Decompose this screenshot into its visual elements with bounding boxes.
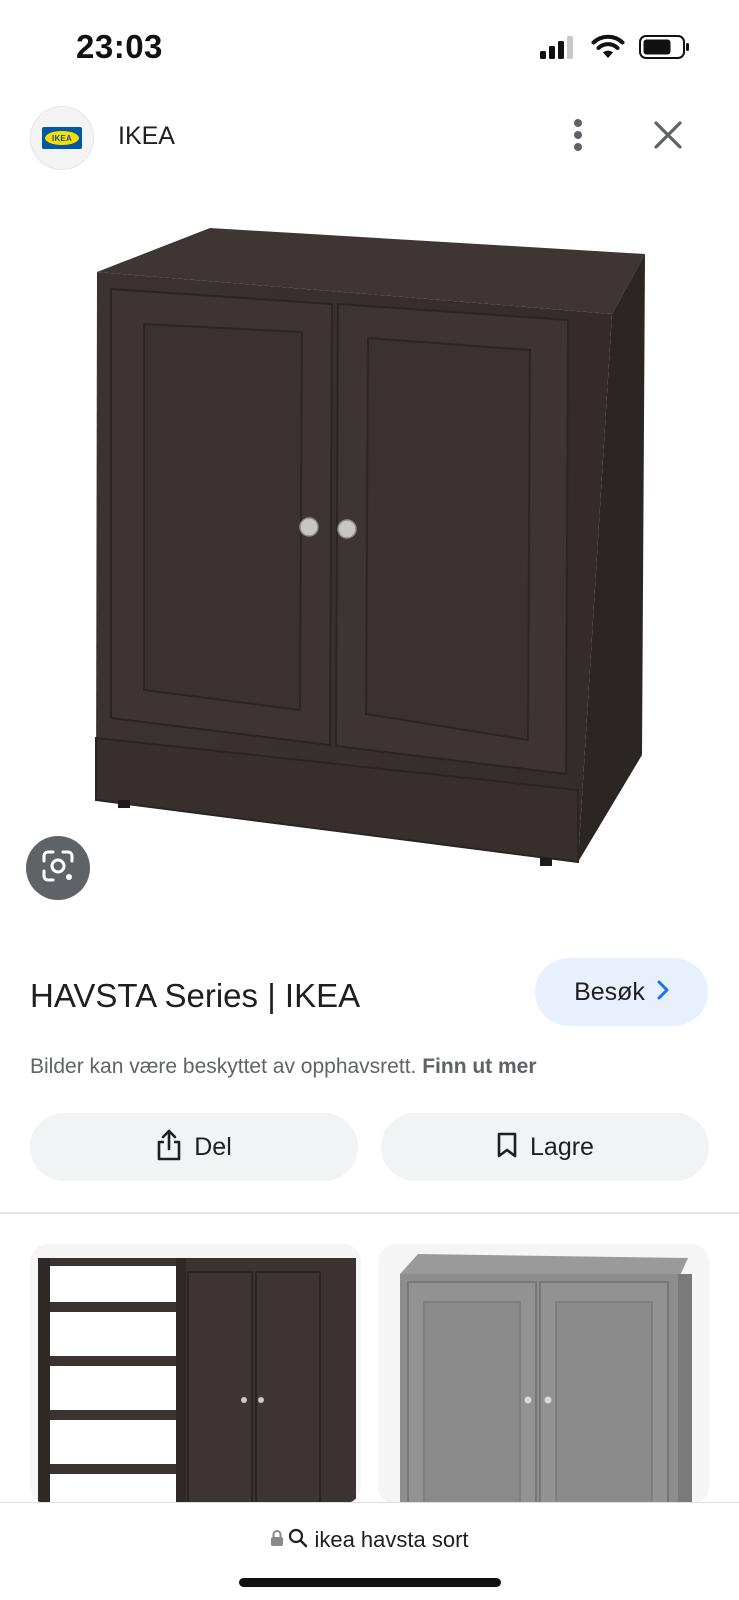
status-icons [539,34,691,65]
close-icon [654,120,682,154]
url-field[interactable]: ikea havsta sort [0,1527,739,1553]
section-divider [0,1212,739,1214]
google-lens-button[interactable] [26,836,90,900]
site-logo[interactable]: IKEA [30,106,94,170]
related-image-card[interactable] [30,1244,361,1504]
result-title-row: HAVSTA Series | IKEA Besøk [0,955,739,1035]
copyright-notice: Bilder kan være beskyttet av opphavsrett… [30,1055,537,1079]
battery-icon [639,35,691,64]
ikea-logo-icon: IKEA [42,127,82,149]
share-label: Del [194,1132,232,1161]
google-lens-icon [40,848,76,889]
close-button[interactable] [643,112,693,162]
ikea-logo-text: IKEA [45,131,79,145]
more-vert-icon [573,118,583,157]
share-icon [156,1129,182,1166]
wifi-icon [591,34,625,65]
search-icon [288,1528,308,1553]
status-bar: 23:03 [0,0,739,96]
lock-icon [270,1529,284,1552]
visit-button[interactable]: Besøk [535,958,708,1026]
related-image-card[interactable] [378,1244,709,1504]
result-title[interactable]: HAVSTA Series | IKEA [30,977,360,1015]
related-images [30,1244,709,1504]
bookmark-icon [496,1131,518,1164]
result-header: IKEA IKEA [0,100,739,176]
more-options-button[interactable] [553,112,603,162]
copyright-text: Bilder kan være beskyttet av opphavsrett… [30,1055,417,1078]
action-row: Del Lagre [30,1113,709,1181]
save-button[interactable]: Lagre [381,1113,709,1181]
status-time: 23:03 [76,28,163,65]
bottom-url-bar: ikea havsta sort [0,1502,739,1600]
home-indicator[interactable] [239,1578,501,1587]
site-name[interactable]: IKEA [118,122,175,151]
save-label: Lagre [530,1132,594,1161]
visit-label: Besøk [574,977,645,1006]
learn-more-link[interactable]: Finn ut mer [422,1055,536,1078]
share-button[interactable]: Del [30,1113,358,1181]
chevron-right-icon [657,980,669,1005]
url-text: ikea havsta sort [314,1527,469,1552]
cellular-signal-icon [539,35,577,64]
main-product-image[interactable] [0,200,739,900]
